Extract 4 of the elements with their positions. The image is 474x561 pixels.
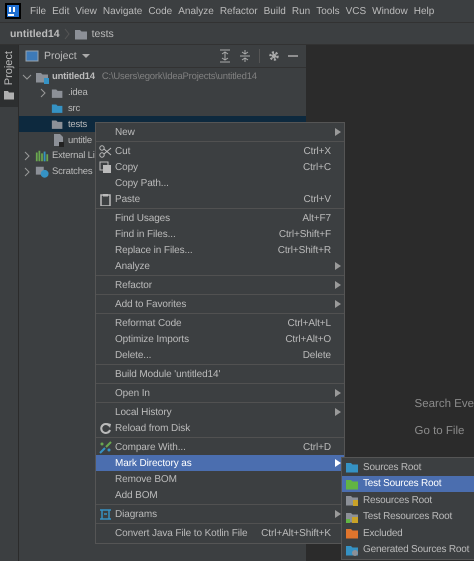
- editor-hint: Search Eve: [414, 398, 474, 410]
- tree-item-label: untitled14: [52, 71, 95, 82]
- project-path: C:\Users\egork\IdeaProjects\untitled14: [102, 71, 257, 82]
- editor-hint: Go to File: [414, 425, 464, 437]
